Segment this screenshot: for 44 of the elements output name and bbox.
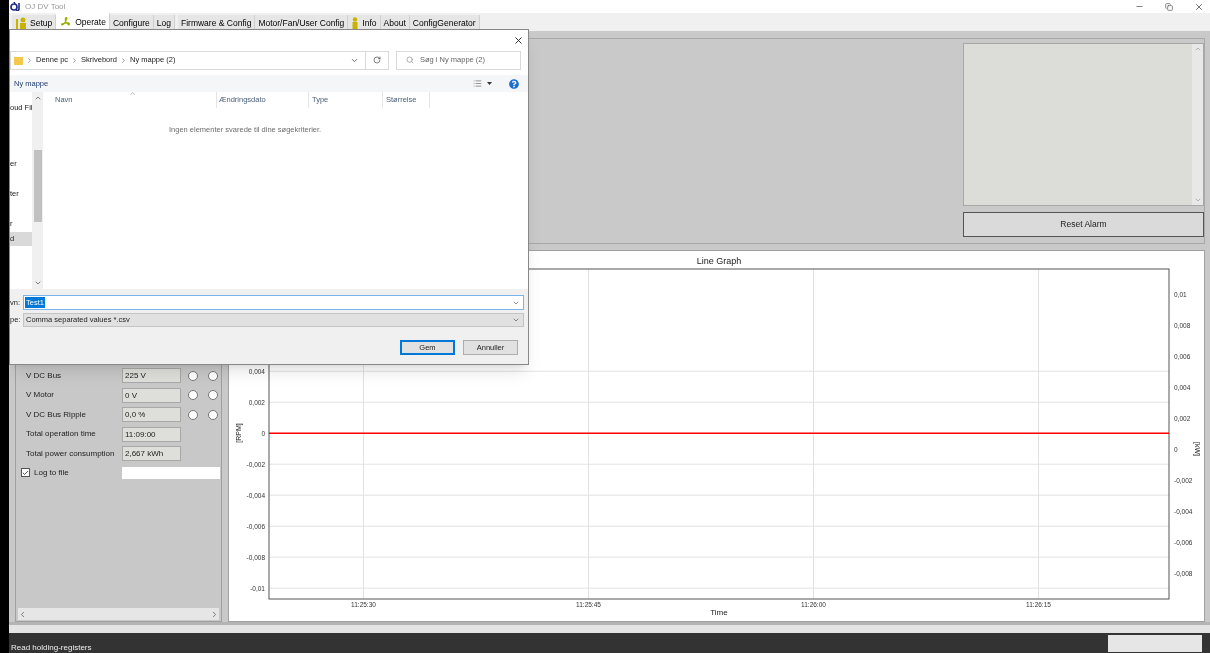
- scroll-right-icon[interactable]: [210, 609, 219, 619]
- help-icon[interactable]: [509, 78, 519, 89]
- sort-icon: [129, 90, 136, 97]
- scroll-up-icon[interactable]: [33, 94, 42, 102]
- parameter-label: V DC Bus: [25, 369, 63, 382]
- parameter-value: 225 V: [122, 368, 181, 384]
- vertical-scrollbar[interactable]: [1192, 44, 1203, 205]
- logo-icon: [10, 2, 22, 11]
- chart-title: Line Graph: [696, 256, 742, 266]
- parameter-label: V DC Bus Ripple: [25, 408, 88, 421]
- chevron-icon: [71, 56, 79, 64]
- vertical-scrollbar[interactable]: [32, 92, 43, 289]
- reset-alarm-button[interactable]: Reset Alarm: [963, 212, 1204, 237]
- scroll-left-icon[interactable]: [18, 609, 27, 619]
- checkbox-label: Log to file: [34, 466, 70, 479]
- close-icon[interactable]: [513, 34, 524, 46]
- folder-icon: [14, 55, 23, 65]
- parameter-value: 11:09:00: [122, 426, 181, 442]
- window-title: OJ DV Tool: [25, 0, 66, 13]
- status-message: Read holding-registers: [11, 643, 92, 653]
- parameter-value: 2,667 kWh: [122, 446, 181, 462]
- parameter-label: Total operation time: [25, 428, 97, 441]
- caret-icon[interactable]: [487, 82, 492, 85]
- parameter-label: Total power consumption: [25, 447, 116, 460]
- refresh-icon: [373, 56, 381, 64]
- parameter-value: 0 V: [122, 387, 181, 403]
- scroll-thumb[interactable]: [33, 150, 42, 222]
- scroll-down-icon[interactable]: [1193, 196, 1202, 204]
- view-icon[interactable]: [473, 79, 482, 88]
- figure-icon: [351, 16, 360, 30]
- scroll-up-icon[interactable]: [1193, 45, 1202, 53]
- search-icon: [406, 56, 414, 64]
- file-path-field[interactable]: [122, 466, 220, 479]
- parameter-value: 0,0 %: [122, 407, 181, 423]
- scroll-down-icon[interactable]: [33, 279, 42, 287]
- parameter-label: V Motor: [25, 389, 55, 402]
- x-axis-title: Time: [710, 608, 728, 617]
- chevron-down-icon[interactable]: [512, 316, 520, 324]
- restore-icon[interactable]: [1165, 2, 1173, 11]
- chevron-icon: [119, 56, 127, 64]
- chevron-icon: [26, 56, 33, 64]
- person-icon: [15, 17, 27, 29]
- horizontal-scrollbar[interactable]: [18, 608, 219, 620]
- checkbox[interactable]: [21, 468, 30, 477]
